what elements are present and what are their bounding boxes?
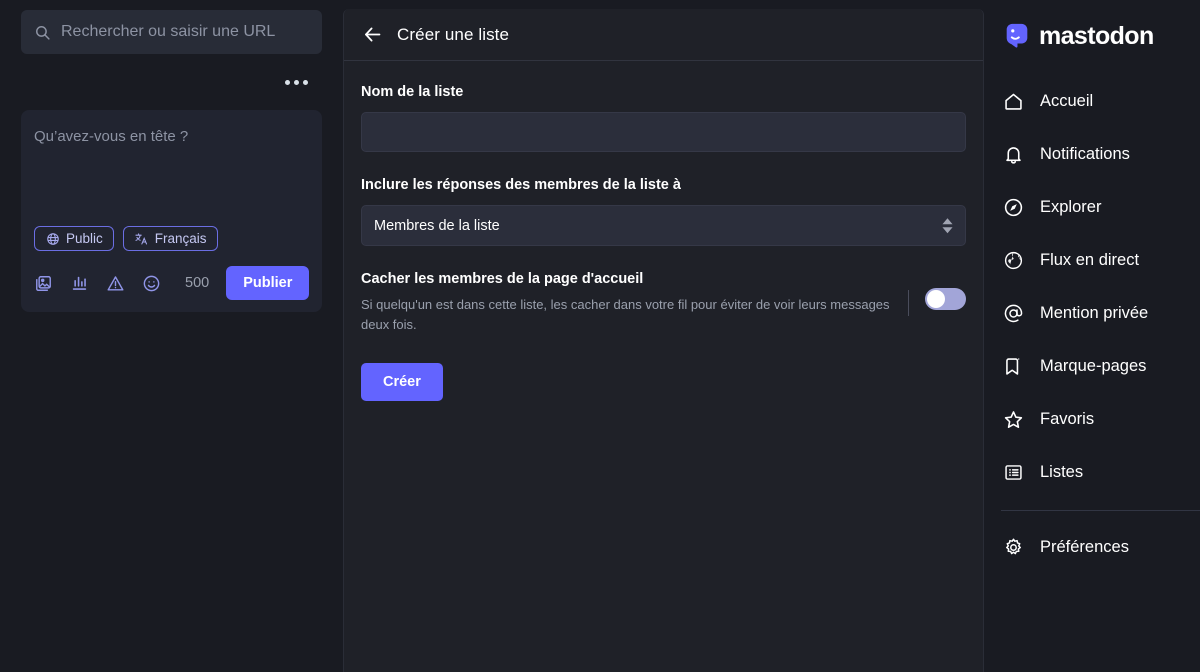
sidebar-item-label: Notifications: [1040, 145, 1130, 163]
sidebar-divider: [1001, 510, 1200, 511]
sidebar-item-label: Accueil: [1040, 92, 1094, 110]
toggle-divider: [908, 290, 909, 316]
sidebar-item-favoris[interactable]: Favoris: [1001, 393, 1200, 446]
visibility-pill-label: Public: [66, 230, 103, 246]
right-sidebar: mastodon Accueil Notifications Explorer …: [984, 0, 1200, 672]
list-name-input[interactable]: [361, 112, 966, 152]
bell-icon: [1002, 144, 1024, 166]
search-input[interactable]: [51, 23, 310, 41]
compose-actions: 500 Publier: [34, 266, 310, 300]
page-title: Créer une liste: [397, 24, 510, 44]
brand-name: mastodon: [1039, 21, 1154, 50]
left-column: Qu’avez-vous en tête ? Public: [0, 0, 343, 672]
hide-members-description: Si quelqu'un est dans cette liste, les c…: [361, 297, 890, 333]
globe-icon: [45, 231, 60, 246]
sidebar-item-label: Préférences: [1040, 538, 1129, 556]
language-pill-label: Français: [154, 230, 207, 246]
ellipsis-icon[interactable]: [283, 74, 310, 91]
replies-policy-selected-value: Membres de la liste: [374, 217, 500, 234]
hide-members-title: Cacher les membres de la page d'accueil: [361, 271, 644, 287]
create-list-submit-button[interactable]: Créer: [361, 363, 443, 402]
publish-button[interactable]: Publier: [226, 266, 310, 300]
compose-more-row: [21, 54, 322, 110]
compass-icon: [1002, 197, 1024, 219]
sidebar-item-label: Flux en direct: [1040, 251, 1140, 269]
sidebar-item-flux-en-direct[interactable]: Flux en direct: [1001, 234, 1200, 287]
arrow-left-icon[interactable]: [361, 24, 383, 46]
replies-policy-select-wrap: Membres de la liste: [361, 205, 966, 246]
replies-policy-label: Inclure les réponses des membres de la l…: [361, 177, 681, 193]
sidebar-item-listes[interactable]: Listes: [1001, 446, 1200, 499]
create-list-panel: Créer une liste Nom de la liste Inclure …: [343, 9, 984, 672]
sidebar-item-label: Explorer: [1040, 198, 1102, 216]
character-counter: 500: [185, 275, 210, 291]
sidebar-item-preferences[interactable]: Préférences: [1001, 521, 1200, 574]
gear-icon: [1002, 537, 1024, 559]
compose-box: Qu’avez-vous en tête ? Public Français 5…: [21, 110, 322, 312]
sidebar-item-accueil[interactable]: Accueil: [1001, 75, 1200, 128]
sidebar-item-mention-privee[interactable]: Mention privée: [1001, 287, 1200, 340]
hide-members-setting: Cacher les membres de la page d'accueil …: [361, 271, 966, 335]
create-list-form: Nom de la liste Inclure les réponses des…: [344, 61, 983, 672]
sidebar-item-label: Mention privée: [1040, 304, 1149, 322]
list-name-field-group: Nom de la liste: [361, 84, 966, 152]
hide-members-toggle[interactable]: [925, 288, 966, 310]
search-bar[interactable]: [21, 10, 322, 54]
sidebar-item-label: Marque-pages: [1040, 357, 1147, 375]
poll-icon[interactable]: [70, 273, 89, 294]
replies-policy-select[interactable]: Membres de la liste: [361, 205, 966, 246]
toggle-knob: [927, 290, 945, 308]
visibility-pill[interactable]: Public: [34, 226, 114, 251]
mastodon-brand[interactable]: mastodon: [1001, 12, 1200, 60]
bookmark-icon: [1002, 356, 1024, 378]
compose-pill-row: Public Français: [34, 226, 309, 251]
list-icon: [1002, 462, 1024, 484]
panel-header: Créer une liste: [344, 9, 983, 61]
sidebar-item-marque-pages[interactable]: Marque-pages: [1001, 340, 1200, 393]
mastodon-logo-icon: [1002, 21, 1032, 51]
center-column: Créer une liste Nom de la liste Inclure …: [343, 0, 984, 672]
sidebar-item-explorer[interactable]: Explorer: [1001, 181, 1200, 234]
search-icon: [33, 23, 51, 41]
sidebar-nav: Accueil Notifications Explorer Flux en d…: [1001, 75, 1200, 574]
mastodon-app: Qu’avez-vous en tête ? Public: [0, 0, 1200, 672]
compose-textarea[interactable]: Qu’avez-vous en tête ?: [34, 124, 309, 220]
translate-icon: [134, 231, 149, 246]
replies-policy-field-group: Inclure les réponses des membres de la l…: [361, 177, 966, 246]
list-name-label: Nom de la liste: [361, 84, 464, 100]
emoji-smiley-icon[interactable]: [142, 273, 161, 294]
at-icon: [1002, 303, 1024, 325]
image-stack-icon[interactable]: [34, 273, 53, 294]
language-pill[interactable]: Français: [122, 226, 218, 251]
globe-icon: [1002, 250, 1024, 272]
hide-members-text: Cacher les membres de la page d'accueil …: [361, 271, 908, 335]
sidebar-item-label: Favoris: [1040, 410, 1095, 428]
sidebar-item-label: Listes: [1040, 463, 1084, 481]
star-icon: [1002, 409, 1024, 431]
warning-triangle-icon[interactable]: [106, 273, 125, 294]
sidebar-item-notifications[interactable]: Notifications: [1001, 128, 1200, 181]
home-icon: [1002, 91, 1024, 113]
